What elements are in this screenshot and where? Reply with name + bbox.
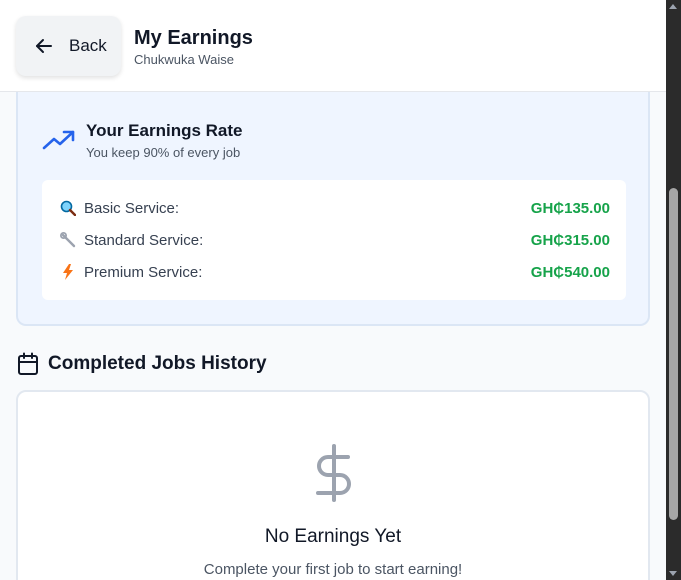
back-button-label: Back	[69, 36, 107, 55]
page-header: Back My Earnings Chukwuka Waise	[0, 0, 666, 92]
empty-state-title: No Earnings Yet	[264, 526, 402, 547]
jobs-history-title: Completed Jobs History	[48, 353, 267, 374]
rate-label: Basic Service:	[84, 199, 180, 217]
rate-row-premium: Premium Service: GH₵540.00	[60, 262, 610, 282]
jobs-history-card: No Earnings Yet Complete your first job …	[16, 390, 650, 580]
wrench-icon	[60, 232, 76, 248]
scroll-up-arrow-icon[interactable]	[669, 4, 677, 9]
back-button[interactable]: Back	[16, 16, 121, 76]
lightning-icon	[60, 264, 76, 280]
empty-state-subtitle: Complete your first job to start earning…	[203, 561, 463, 578]
calendar-icon	[17, 352, 39, 376]
earnings-rate-card: Your Earnings Rate You keep 90% of every…	[16, 92, 650, 326]
earnings-rate-subtitle: You keep 90% of every job	[86, 145, 241, 160]
jobs-history-header: Completed Jobs History	[17, 352, 267, 376]
service-rates-list: Basic Service: GH₵135.00 Standard Servic…	[42, 180, 626, 300]
scrollbar-thumb[interactable]	[669, 188, 678, 520]
earnings-rate-header: Your Earnings Rate You keep 90% of every…	[42, 120, 243, 160]
vertical-scrollbar[interactable]	[666, 0, 681, 580]
scroll-down-arrow-icon[interactable]	[669, 571, 677, 576]
rate-amount: GH₵540.00	[530, 263, 610, 281]
dollar-icon	[312, 444, 356, 502]
magnifier-icon	[60, 200, 76, 216]
rate-amount: GH₵315.00	[530, 231, 610, 249]
rate-label: Premium Service:	[84, 263, 203, 281]
arrow-left-icon	[34, 36, 54, 56]
rate-row-basic: Basic Service: GH₵135.00	[60, 198, 610, 218]
rate-label: Standard Service:	[84, 231, 204, 249]
earnings-page: Back My Earnings Chukwuka Waise Your Ear…	[0, 0, 681, 580]
earnings-rate-title: Your Earnings Rate	[86, 121, 243, 140]
page-subtitle: Chukwuka Waise	[134, 52, 234, 67]
header-title-group: My Earnings Chukwuka Waise	[134, 26, 253, 67]
rate-amount: GH₵135.00	[530, 199, 610, 217]
trending-up-icon	[42, 128, 76, 152]
page-title: My Earnings	[134, 27, 253, 49]
rate-row-standard: Standard Service: GH₵315.00	[60, 230, 610, 250]
